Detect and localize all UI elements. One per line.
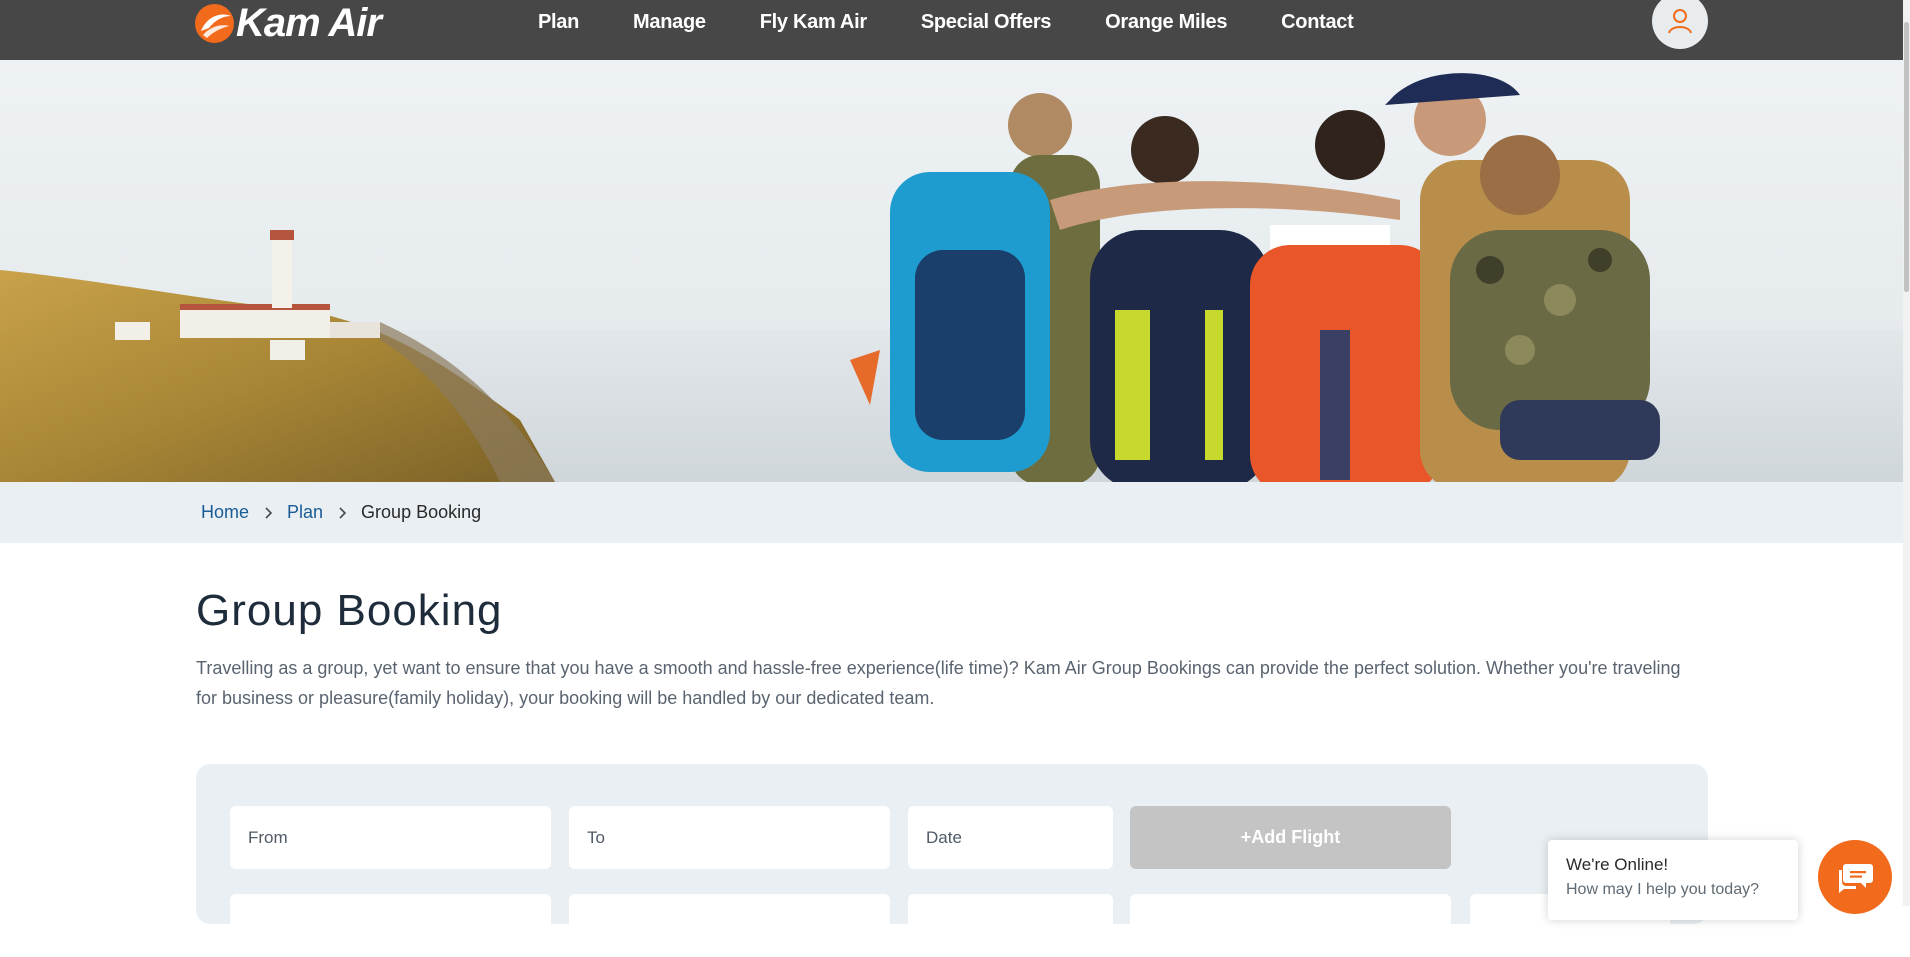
chat-subtitle: How may I help you today?	[1566, 881, 1759, 898]
breadcrumb-plan-link[interactable]: Plan	[287, 502, 323, 523]
chat-title: We're Online!	[1566, 855, 1669, 874]
page-scrollbar[interactable]	[1903, 0, 1910, 906]
nav-item-special-offers[interactable]: Special Offers	[921, 11, 1052, 34]
logo-text: Kam Air	[236, 1, 382, 45]
chat-greeting-bubble[interactable]: We're Online! How may I help you today?	[1548, 840, 1798, 920]
hero-banner-image	[0, 60, 1910, 482]
main-navigation: Plan Manage Fly Kam Air Special Offers O…	[538, 0, 1407, 44]
date-input[interactable]	[924, 826, 1113, 849]
date-field[interactable]	[908, 806, 1113, 869]
date-field-row2[interactable]	[908, 894, 1113, 957]
user-account-button[interactable]	[1652, 0, 1708, 49]
logo-emblem-icon	[195, 3, 234, 43]
add-flight-button[interactable]: +Add Flight	[1130, 806, 1451, 869]
group-booking-form: +Add Flight	[196, 764, 1708, 957]
nav-item-manage[interactable]: Manage	[633, 11, 706, 34]
breadcrumb: Home Plan Group Booking	[201, 482, 481, 543]
page-title: Group Booking	[196, 586, 503, 635]
breadcrumb-home-link[interactable]: Home	[201, 502, 249, 523]
nav-item-contact[interactable]: Contact	[1281, 11, 1354, 34]
nav-item-plan[interactable]: Plan	[538, 11, 579, 34]
scrollbar-thumb[interactable]	[1904, 22, 1909, 292]
top-nav-bar: Kam Air Plan Manage Fly Kam Air Special …	[0, 0, 1910, 60]
to-input[interactable]	[585, 826, 890, 849]
user-icon	[1668, 9, 1692, 34]
from-input[interactable]	[246, 826, 551, 849]
intro-paragraph: Travelling as a group, yet want to ensur…	[196, 658, 1681, 708]
chat-icon	[1839, 864, 1873, 893]
breadcrumb-current: Group Booking	[361, 502, 482, 522]
chevron-right-icon	[339, 506, 347, 519]
to-field[interactable]	[569, 806, 890, 869]
from-field[interactable]	[230, 806, 551, 869]
kam-air-logo[interactable]: Kam Air	[195, 1, 382, 45]
nav-item-fly-kam-air[interactable]: Fly Kam Air	[760, 11, 867, 34]
nav-item-orange-miles[interactable]: Orange Miles	[1105, 11, 1227, 34]
chat-launcher-button[interactable]	[1818, 840, 1892, 914]
breadcrumb-bar: Home Plan Group Booking	[0, 482, 1910, 543]
to-field-row2[interactable]	[569, 894, 890, 957]
chevron-right-icon	[265, 506, 273, 519]
from-field-row2[interactable]	[230, 894, 551, 957]
extra-field-row2[interactable]	[1130, 894, 1451, 957]
